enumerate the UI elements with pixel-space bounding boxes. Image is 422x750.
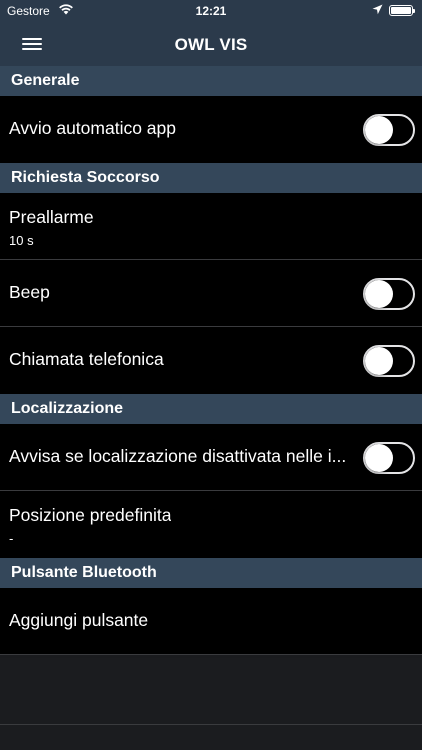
section-header-localizzazione: Localizzazione — [0, 394, 422, 424]
toggle-knob — [365, 444, 393, 472]
toggle-knob — [365, 116, 393, 144]
battery-icon — [389, 5, 415, 16]
nav-bar: OWL VIS — [0, 22, 422, 66]
avvio-automatico-label: Avvio automatico app — [9, 118, 177, 138]
section-header-richiesta-soccorso: Richiesta Soccorso — [0, 163, 422, 193]
toggle-knob — [365, 280, 393, 308]
row-beep: Beep — [0, 260, 422, 327]
row-avvisa-localizzazione: Avvisa se localizzazione disattivata nel… — [0, 424, 422, 491]
divider — [0, 724, 422, 725]
aggiungi-pulsante-label: Aggiungi pulsante — [9, 610, 149, 630]
top-bar: Gestore 12:21 OWL VIS — [0, 0, 422, 66]
preallarme-value: 10 s — [9, 233, 34, 248]
chiamata-telefonica-toggle[interactable] — [363, 345, 415, 377]
toggle-knob — [365, 347, 393, 375]
posizione-predefinita-value: - — [9, 531, 14, 546]
empty-list-area — [0, 658, 422, 750]
chiamata-telefonica-label: Chiamata telefonica — [9, 349, 164, 369]
posizione-predefinita-label: Posizione predefinita — [9, 505, 172, 525]
row-chiamata-telefonica: Chiamata telefonica — [0, 327, 422, 394]
row-preallarme[interactable]: Preallarme 10 s — [0, 193, 422, 260]
settings-list: Generale Avvio automatico app Richiesta … — [0, 66, 422, 655]
avvisa-localizzazione-toggle[interactable] — [363, 442, 415, 474]
avvio-automatico-toggle[interactable] — [363, 114, 415, 146]
row-avvio-automatico: Avvio automatico app — [0, 96, 422, 163]
beep-toggle[interactable] — [363, 278, 415, 310]
row-posizione-predefinita[interactable]: Posizione predefinita - — [0, 491, 422, 558]
status-time: 12:21 — [195, 4, 227, 18]
preallarme-label: Preallarme — [9, 207, 94, 227]
status-bar: Gestore 12:21 — [0, 0, 422, 22]
avvisa-localizzazione-label: Avvisa se localizzazione disattivata nel… — [9, 446, 347, 466]
location-arrow-icon — [372, 4, 383, 18]
row-aggiungi-pulsante[interactable]: Aggiungi pulsante — [0, 588, 422, 655]
section-header-pulsante-bluetooth: Pulsante Bluetooth — [0, 558, 422, 588]
page-title: OWL VIS — [174, 35, 248, 54]
beep-label: Beep — [9, 282, 50, 302]
section-header-generale: Generale — [0, 66, 422, 96]
